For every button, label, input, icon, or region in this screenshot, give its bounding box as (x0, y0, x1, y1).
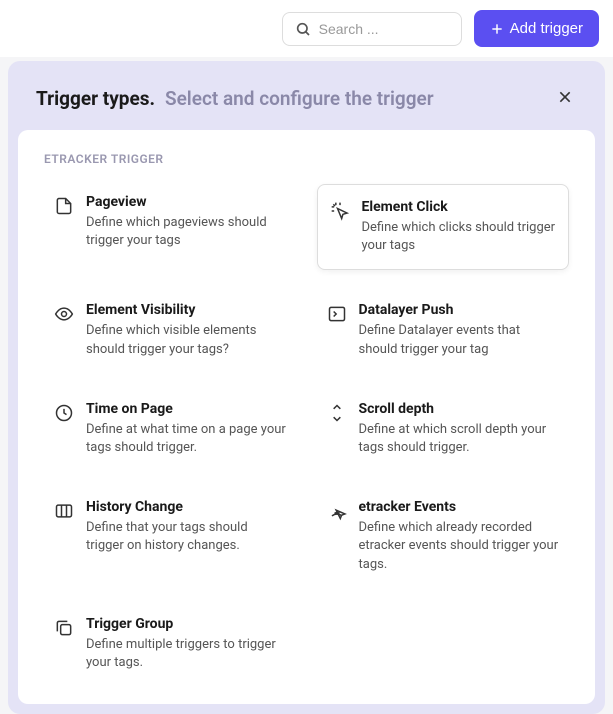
card-text: Datalayer Push Define Datalayer events th… (359, 302, 560, 358)
modal-subtitle: Select and configure the trigger (165, 87, 434, 110)
trigger-card-clock[interactable]: Time on Page Define at what time on a pag… (44, 391, 297, 467)
card-desc: Define multiple triggers to trigger your… (86, 636, 287, 672)
modal-header: Trigger types. Select and configure the … (18, 71, 595, 130)
trigger-types-modal: Trigger types. Select and configure the … (8, 61, 605, 714)
search-field[interactable] (282, 12, 462, 46)
card-title: etracker Events (359, 499, 560, 515)
terminal-icon (327, 304, 347, 324)
card-title: Trigger Group (86, 616, 287, 632)
trigger-card-copy[interactable]: Trigger Group Define multiple triggers to… (44, 606, 297, 682)
section-label: ETRACKER TRIGGER (44, 152, 569, 166)
topbar: Add trigger (0, 0, 613, 57)
card-title: Pageview (86, 194, 287, 210)
trigger-card-click[interactable]: Element Click Define which clicks should … (317, 184, 570, 270)
card-text: etracker Events Define which already reco… (359, 499, 560, 574)
card-text: Pageview Define which pageviews should tr… (86, 194, 287, 260)
card-title: Scroll depth (359, 401, 560, 417)
search-icon (295, 21, 311, 37)
search-input[interactable] (319, 21, 449, 37)
card-title: Datalayer Push (359, 302, 560, 318)
card-text: Time on Page Define at what time on a pag… (86, 401, 287, 457)
card-title: Element Click (362, 199, 557, 215)
card-text: History Change Define that your tags shou… (86, 499, 287, 574)
copy-icon (54, 618, 74, 638)
card-text: Element Click Define which clicks should … (362, 199, 557, 255)
card-desc: Define at which scroll depth your tags s… (359, 421, 560, 457)
plus-icon (490, 22, 504, 36)
modal-title: Trigger types. (36, 87, 155, 110)
card-desc: Define which clicks should trigger your … (362, 219, 557, 255)
add-trigger-label: Add trigger (510, 20, 583, 37)
card-desc: Define Datalayer events that should trig… (359, 322, 560, 358)
clock-icon (54, 403, 74, 423)
trigger-card-scroll[interactable]: Scroll depth Define at which scroll depth… (317, 391, 570, 467)
card-title: Element Visibility (86, 302, 287, 318)
card-text: Element Visibility Define which visible e… (86, 302, 287, 358)
add-trigger-button[interactable]: Add trigger (474, 10, 599, 47)
card-title: Time on Page (86, 401, 287, 417)
trigger-grid: Pageview Define which pageviews should tr… (44, 184, 569, 682)
modal-body: ETRACKER TRIGGER Pageview Define which pa… (18, 130, 595, 704)
card-desc: Define which pageviews should trigger yo… (86, 214, 287, 250)
card-text: Scroll depth Define at which scroll depth… (359, 401, 560, 457)
card-desc: Define which already recorded etracker e… (359, 519, 560, 574)
broadcast-icon (327, 501, 347, 521)
close-icon (557, 89, 573, 105)
card-desc: Define which visible elements should tri… (86, 322, 287, 358)
trigger-card-pageview[interactable]: Pageview Define which pageviews should tr… (44, 184, 297, 270)
card-title: History Change (86, 499, 287, 515)
columns-icon (54, 501, 74, 521)
modal-heading: Trigger types. Select and configure the … (36, 87, 434, 110)
click-icon (330, 201, 350, 221)
card-desc: Define at what time on a page your tags … (86, 421, 287, 457)
trigger-card-columns[interactable]: History Change Define that your tags shou… (44, 489, 297, 584)
trigger-card-eye[interactable]: Element Visibility Define which visible e… (44, 292, 297, 368)
scroll-icon (327, 403, 347, 423)
pageview-icon (54, 196, 74, 216)
trigger-card-broadcast[interactable]: etracker Events Define which already reco… (317, 489, 570, 584)
eye-icon (54, 304, 74, 324)
card-desc: Define that your tags should trigger on … (86, 519, 287, 555)
close-button[interactable] (553, 85, 577, 112)
card-text: Trigger Group Define multiple triggers to… (86, 616, 287, 672)
trigger-card-terminal[interactable]: Datalayer Push Define Datalayer events th… (317, 292, 570, 368)
